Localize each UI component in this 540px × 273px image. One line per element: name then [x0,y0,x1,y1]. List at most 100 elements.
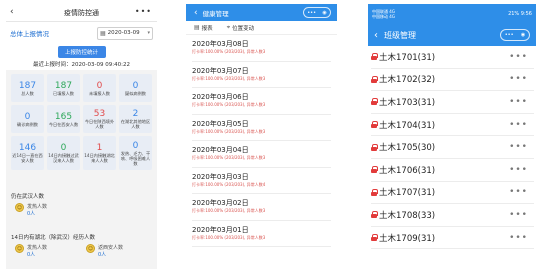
epidemic-app-panel: ‹ 疫情防控通 ••• 总体上报情况 ▦ 2020-03-09 ▾ 上报防控统计… [6,4,157,269]
report-stats-button[interactable]: 上报防控统计 [57,46,106,58]
date-value: 2020-03-09 [107,30,140,36]
checkin-rate: 打卡率:100.00% (203/203), 异常人数3 [192,208,266,213]
lock-icon [371,188,378,196]
list-item[interactable]: 土木1708(33) ••• [371,204,534,227]
list-item[interactable]: 土木1705(30) ••• [371,136,534,159]
person-icon: ☺ [15,203,24,212]
list-item[interactable]: 土木1707(31) ••• [371,182,534,205]
back-icon[interactable]: ‹ [194,8,198,18]
report-date: 2020年03月01日 [192,225,249,234]
summary-label: 总体上报情况 [10,30,49,38]
stat-cell[interactable]: 165 今日在西安人数 [47,105,80,133]
app-title: 疫情防控通 [64,8,99,17]
stat-label: 近14日一直在西安人数 [12,153,43,163]
list-item[interactable]: 2020年03月06日 打卡率:100.00% (203/203), 异常人数3 [192,88,331,115]
list-item[interactable]: 土木1709(31) ••• [371,227,534,250]
list-item[interactable]: 土木1703(31) ••• [371,91,534,114]
more-icon[interactable]: ••• [307,10,316,16]
list-item[interactable]: 土木1706(31) ••• [371,159,534,182]
lock-icon [371,166,378,174]
nav-bar: ‹ 班级管理 ••• ◉ [368,24,536,46]
more-icon[interactable]: ••• [509,187,528,197]
chevron-down-icon: ▾ [147,30,150,36]
lock-icon [371,234,378,242]
stat-cell[interactable]: 187 总人数 [11,74,44,102]
more-icon[interactable]: ••• [509,120,528,130]
report-icon: ▤ [194,24,200,31]
date-picker[interactable]: ▦ 2020-03-09 ▾ [97,26,153,40]
page-title: 班级管理 [384,30,416,40]
list-item[interactable]: 2020年03月08日 打卡率:100.00% (203/203), 异常人数3 [192,35,331,62]
more-icon[interactable]: ••• [509,233,528,243]
list-item[interactable]: 2020年03月05日 打卡率:100.00% (203/203), 异常人数3 [192,115,331,141]
stat-label: 在湖北其他地区人数 [120,119,151,129]
stat-cell[interactable]: 146 近14日一直在西安人数 [11,136,44,170]
stat-cell[interactable]: 2 在湖北其他地区人数 [119,105,152,133]
stat-number: 0 [96,80,103,91]
list-item[interactable]: 2020年03月01日 打卡率:100.00% (203/203), 异常人数3 [192,221,331,247]
class-management-panel: 中国联通 4G 中国移动 4G 21% 9:56 ‹ 班级管理 ••• ◉ 土木… [368,4,536,269]
status-bar: 中国联通 4G 中国移动 4G 21% 9:56 [368,4,536,24]
close-target-icon[interactable]: ◉ [322,10,326,16]
stat-number: 0 [60,143,67,153]
tab-location-change[interactable]: ⌖ 位置变动 [227,24,254,32]
more-icon[interactable]: ••• [135,7,152,16]
stat-cell[interactable]: 1 14日内接触湖北来人人数 [83,136,116,170]
class-list: 土木1701(31) ••• 土木1702(32) ••• 土木1703(31) ••• 土… [368,46,536,250]
stat-label: 14日内接触过武汉来人人数 [48,153,79,163]
tab-report[interactable]: ▤ 报表 [194,24,213,32]
lock-icon [371,121,378,129]
stat-number: 1 [96,143,103,153]
lock-icon [371,143,378,151]
list-item[interactable]: 土木1702(32) ••• [371,69,534,92]
stat-label: 确诊病例数 [17,121,38,127]
more-icon[interactable]: ••• [509,142,528,152]
stat-cell[interactable]: 0 确诊病例数 [11,105,44,133]
list-item[interactable]: 土木1704(31) ••• [371,114,534,137]
more-icon[interactable]: ••• [505,32,514,38]
battery-time: 21% 9:56 [508,11,532,17]
stat-label: 今日在西安人数 [48,121,79,127]
report-date: 2020年03月02日 [192,199,249,207]
stat-label: 发热、乏力、干咳、呼吸困难人数 [120,150,151,166]
stat-cell[interactable]: 187 已填报人数 [47,74,80,102]
stat-number: 146 [18,143,37,153]
stat-cell[interactable]: 0 14日内接触过武汉来人人数 [47,136,80,170]
report-date: 2020年03月08日 [192,40,249,48]
lock-icon [371,211,378,219]
back-icon[interactable]: ‹ [10,7,14,17]
class-name: 土木1701(31) [379,52,436,63]
stat-fever-wuhan[interactable]: ☺ 发热人数 0人 [15,203,47,217]
more-icon[interactable]: ••• [509,165,528,175]
stat-cell[interactable]: 0 发热、乏力、干咳、呼吸困难人数 [119,136,152,170]
more-icon[interactable]: ••• [509,210,528,220]
more-icon[interactable]: ••• [509,97,528,107]
close-target-icon[interactable]: ◉ [521,32,525,38]
back-icon[interactable]: ‹ [374,30,378,41]
stat-return-xian[interactable]: ☺ 返西安人数 0人 [86,244,123,258]
stat-number: 0 [132,80,139,91]
menu-capsule[interactable]: ••• ◉ [303,7,331,18]
class-name: 土木1704(31) [379,120,436,131]
stat-label: 今日在陕西境外人数 [84,119,115,129]
stat-cell[interactable]: 0 疑似病例数 [119,74,152,102]
list-item[interactable]: 2020年03月02日 打卡率:100.00% (203/203), 异常人数3 [192,194,331,221]
class-name: 土木1702(32) [379,75,436,86]
menu-capsule[interactable]: ••• ◉ [500,29,530,41]
stat-fever-hubei[interactable]: ☺ 发热人数 0人 [15,244,47,258]
checkin-rate: 打卡率:100.00% (203/203), 异常人数3 [192,155,266,160]
screenshot-root: ‹ 疫情防控通 ••• 总体上报情况 ▦ 2020-03-09 ▾ 上报防控统计… [0,0,540,273]
more-icon[interactable]: ••• [509,74,528,84]
stat-cell[interactable]: 0 未填报人数 [83,74,116,102]
stat-number: 2 [132,109,139,119]
list-item[interactable]: 土木1701(31) ••• [371,46,534,69]
more-icon[interactable]: ••• [509,52,528,62]
stats-grid: 187 总人数 187 已填报人数 0 未填报人数 0 疑似病例数 0 确诊病例数 165 今日在西安… [11,74,152,170]
class-name: 土木1709(31) [379,233,436,244]
list-item[interactable]: 2020年03月04日 打卡率:100.00% (203/203), 异常人数3 [192,141,331,168]
list-item[interactable]: 2020年03月03日 打卡率:100.00% (203/203), 异常人数4 [192,168,331,194]
report-date: 2020年03月06日 [192,93,249,101]
health-management-panel: ‹ 健康管理 ••• ◉ ▤ 报表 ⌖ 位置变动 2020年03月08日 打卡率:… [186,4,337,269]
list-item[interactable]: 2020年03月07日 打卡率:100.00% (203/203), 异常人数3 [192,62,331,88]
stat-cell[interactable]: 53 今日在陕西境外人数 [83,105,116,133]
